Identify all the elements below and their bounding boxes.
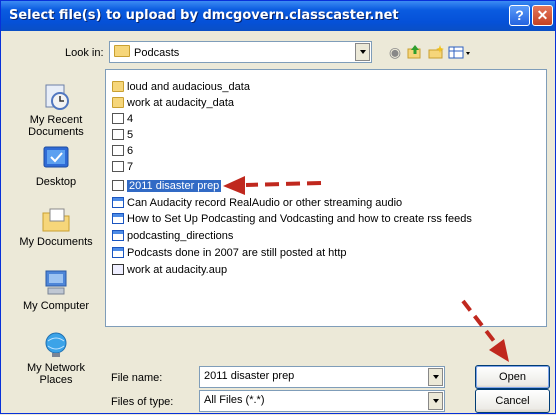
file-upload-dialog: Select file(s) to upload by dmcgovern.cl… <box>0 0 556 414</box>
annotation-arrow-to-file <box>223 176 322 195</box>
annotation-arrow-to-open <box>461 299 509 362</box>
annotation-arrows-layer <box>223 176 509 362</box>
